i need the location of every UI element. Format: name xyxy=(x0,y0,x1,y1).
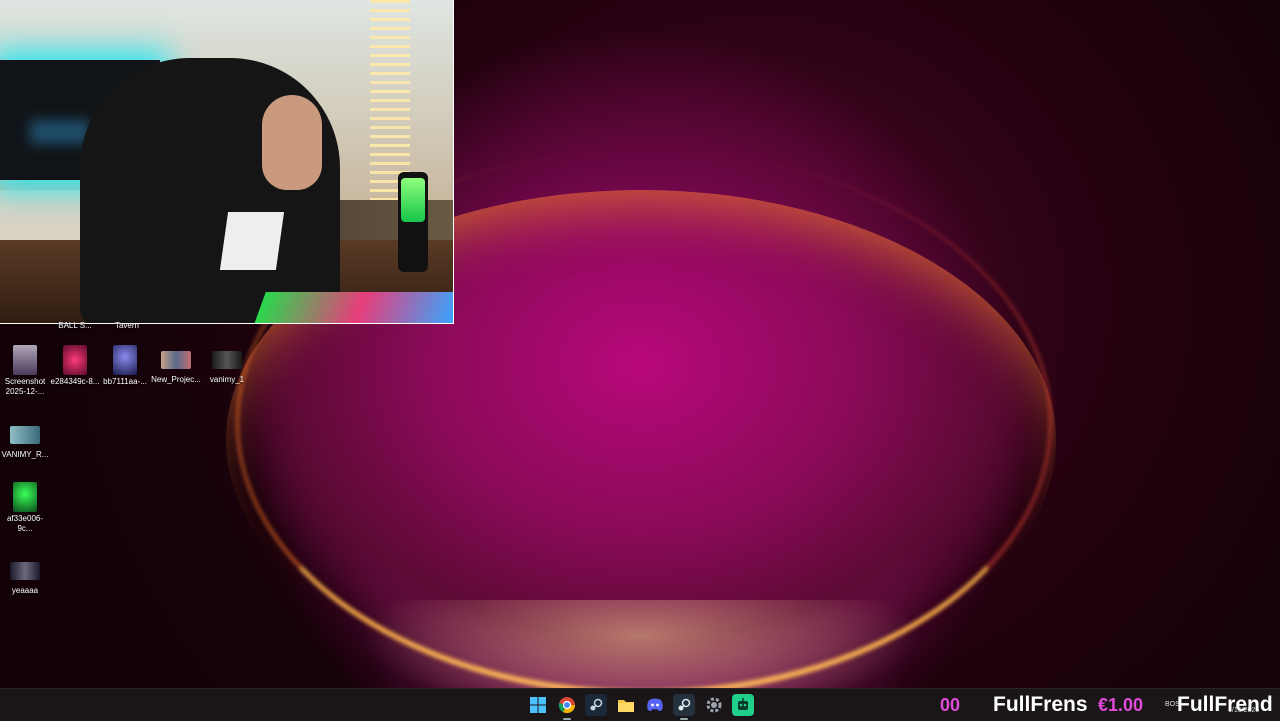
desktop-icon-label: yeaaaa xyxy=(11,586,39,595)
desktop-icon-vanimy-1[interactable]: vanimy_1 xyxy=(202,345,252,385)
desktop-icon-label-partial[interactable]: Tavern xyxy=(104,321,150,331)
desktop-icon-label: vanimy_1 xyxy=(209,375,245,384)
desktop-icon-label: af33e006-9c... xyxy=(6,514,44,533)
desktop-icon-label: e284349c-8... xyxy=(50,377,100,386)
image-file-icon xyxy=(161,351,191,369)
webcam-overlay xyxy=(0,0,454,324)
ticker-amount: €1.00 xyxy=(1098,694,1144,715)
desktop-icon-label: Screenshot 2025-12-... xyxy=(4,377,46,396)
desktop-icon-af33e006[interactable]: af33e006-9c... xyxy=(0,482,50,534)
gear-icon[interactable] xyxy=(703,694,725,716)
desktop-icon-label: bb7111aa-... xyxy=(103,377,147,386)
taskbar: 00 FullFrens €1.00 BOS 1/16/2026 FullFre… xyxy=(0,688,1280,721)
steam-icon[interactable] xyxy=(585,694,607,716)
steam-icon[interactable] xyxy=(673,694,695,720)
discord-icon[interactable] xyxy=(644,694,666,716)
desktop-icon-screenshot[interactable]: Screenshot 2025-12-... xyxy=(0,345,50,397)
desktop-icon-bb7111aa[interactable]: bb7111aa-... xyxy=(100,345,150,387)
image-file-icon xyxy=(10,562,40,580)
desktop-icon-e284349c[interactable]: e284349c-8... xyxy=(50,345,100,387)
desktop-icon-label: New_Projec... xyxy=(151,375,201,384)
image-file-icon xyxy=(10,426,40,444)
folder-icon[interactable] xyxy=(615,694,637,716)
webcam-keyboard xyxy=(254,292,453,323)
desktop-icon-vanimy-r[interactable]: VANIMY_R... xyxy=(0,420,50,460)
windows-logo-icon[interactable] xyxy=(527,694,549,716)
desktop-icon-yeaaaa[interactable]: yeaaaa xyxy=(0,556,50,596)
image-file-icon xyxy=(13,482,37,512)
ticker-count: 00 xyxy=(940,694,961,715)
chrome-icon[interactable] xyxy=(556,694,578,720)
image-file-icon xyxy=(113,345,137,375)
ticker-name: FullFrens xyxy=(993,693,1088,716)
image-file-icon xyxy=(63,345,87,375)
robot-icon[interactable] xyxy=(732,694,754,716)
webcam-string-lights xyxy=(370,0,410,200)
desktop-icon-label: VANIMY_R... xyxy=(1,450,49,459)
desktop-icon-label-partial[interactable]: BALL S... xyxy=(52,321,98,331)
image-file-icon xyxy=(212,351,242,369)
wallpaper-glow xyxy=(360,600,920,688)
desktop-icon-new-project[interactable]: New_Projec... xyxy=(151,345,201,385)
ticker-name-2: FullFrend xyxy=(1177,693,1273,716)
image-file-icon xyxy=(13,345,37,375)
